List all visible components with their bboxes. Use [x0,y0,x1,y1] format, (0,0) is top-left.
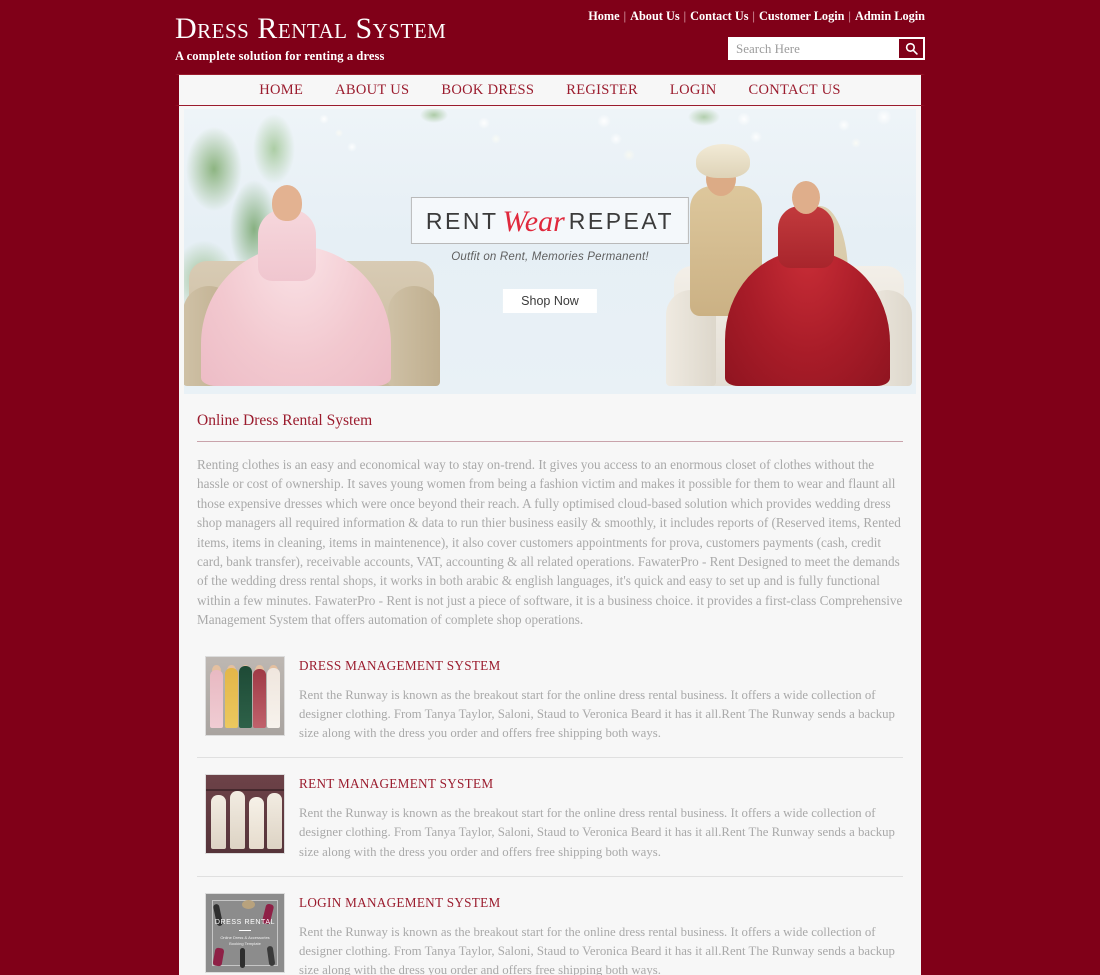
feature-card-text: Rent the Runway is known as the breakout… [299,806,895,859]
feature-card-login-management[interactable]: DRESS RENTAL Online Dress & Accessories … [197,887,903,975]
site-brand[interactable]: Dress Rental System A complete solution … [175,14,446,64]
banner-tagline: Outfit on Rent, Memories Permanent! [451,251,649,263]
brand-title: Dress Rental System [175,12,447,45]
feature-card-list: DRESS MANAGEMENT SYSTEM Rent the Runway … [197,650,903,975]
feature-card-text: Rent the Runway is known as the breakout… [299,687,895,741]
feature-card-rent-management[interactable]: RENT MANAGEMENT SYSTEM Rent the Runway i… [197,768,903,877]
feature-card-dress-management[interactable]: DRESS MANAGEMENT SYSTEM Rent the Runway … [197,650,903,759]
dress-rental-template-image: DRESS RENTAL Online Dress & Accessories … [205,892,285,973]
brand-tagline: A complete solution for renting a dress [175,49,385,63]
nav-item-home[interactable]: HOME [243,82,319,99]
banner-copy-block: RENT Wear REPEAT Outfit on Rent, Memories … [410,197,690,313]
nav-item-about-us[interactable]: ABOUT US [319,82,425,99]
nav-item-contact-us[interactable]: CONTACT US [733,82,857,99]
main-navigation: HOME ABOUT US BOOK DRESS REGISTER LOGIN … [175,74,925,106]
utility-link-contact-us[interactable]: Contact Us [690,9,748,23]
nav-item-login[interactable]: LOGIN [654,82,733,99]
utility-link-admin-login[interactable]: Admin Login [855,9,925,23]
banner-model-pink-lehenga [201,161,396,386]
page-wrapper: HOME ABOUT US BOOK DRESS REGISTER LOGIN … [175,74,925,975]
search-icon [905,42,918,55]
thumb-template-subtitle: Online Dress & Accessories Booking Templ… [220,935,270,946]
utility-separator: | [848,9,851,23]
nav-item-book-dress[interactable]: BOOK DRESS [425,82,550,99]
site-header: Dress Rental System A complete solution … [175,0,925,74]
feature-card-title[interactable]: DRESS MANAGEMENT SYSTEM [299,658,903,674]
search-button[interactable] [897,39,923,58]
banner-headline-rent: RENT [425,208,499,234]
utility-link-about-us[interactable]: About Us [630,9,680,23]
banner-headline: RENT Wear REPEAT [410,197,690,244]
hero-banner-shell: RENT Wear REPEAT Outfit on Rent, Memories … [175,106,925,394]
search-input[interactable] [730,39,897,58]
feature-card-title[interactable]: LOGIN MANAGEMENT SYSTEM [299,895,903,911]
utility-link-home[interactable]: Home [588,9,619,23]
feature-card-body: LOGIN MANAGEMENT SYSTEM Rent the Runway … [299,893,903,975]
gowns-lineup-image [205,655,285,736]
utility-link-customer-login[interactable]: Customer Login [759,9,845,23]
shop-now-button[interactable]: Shop Now [503,289,597,313]
hero-banner-image: RENT Wear REPEAT Outfit on Rent, Memories … [184,109,916,394]
banner-bride-groom-couple [680,136,890,386]
feature-card-body: RENT MANAGEMENT SYSTEM Rent the Runway i… [299,774,903,862]
intro-paragraph: Renting clothes is an easy and economica… [197,457,903,628]
thumb-template-title: DRESS RENTAL [214,919,276,927]
utility-separator: | [623,9,627,23]
search-bar [728,37,925,60]
nav-item-register[interactable]: REGISTER [550,82,654,99]
boutique-rack-image [205,774,285,855]
page-root: Dress Rental System A complete solution … [0,0,1100,975]
utility-nav: Home | About Us | Contact Us | Customer Login |… [588,9,925,24]
utility-separator: | [683,9,687,23]
banner-headline-wear: Wear [502,205,565,238]
feature-card-body: DRESS MANAGEMENT SYSTEM Rent the Runway … [299,656,903,744]
page-title: Online Dress Rental System [197,412,903,442]
feature-card-title[interactable]: RENT MANAGEMENT SYSTEM [299,776,903,792]
feature-card-text: Rent the Runway is known as the breakout… [299,924,895,975]
banner-headline-repeat: REPEAT [568,208,675,234]
utility-separator: | [752,9,755,23]
main-content-panel: Online Dress Rental System Renting cloth… [175,394,925,975]
